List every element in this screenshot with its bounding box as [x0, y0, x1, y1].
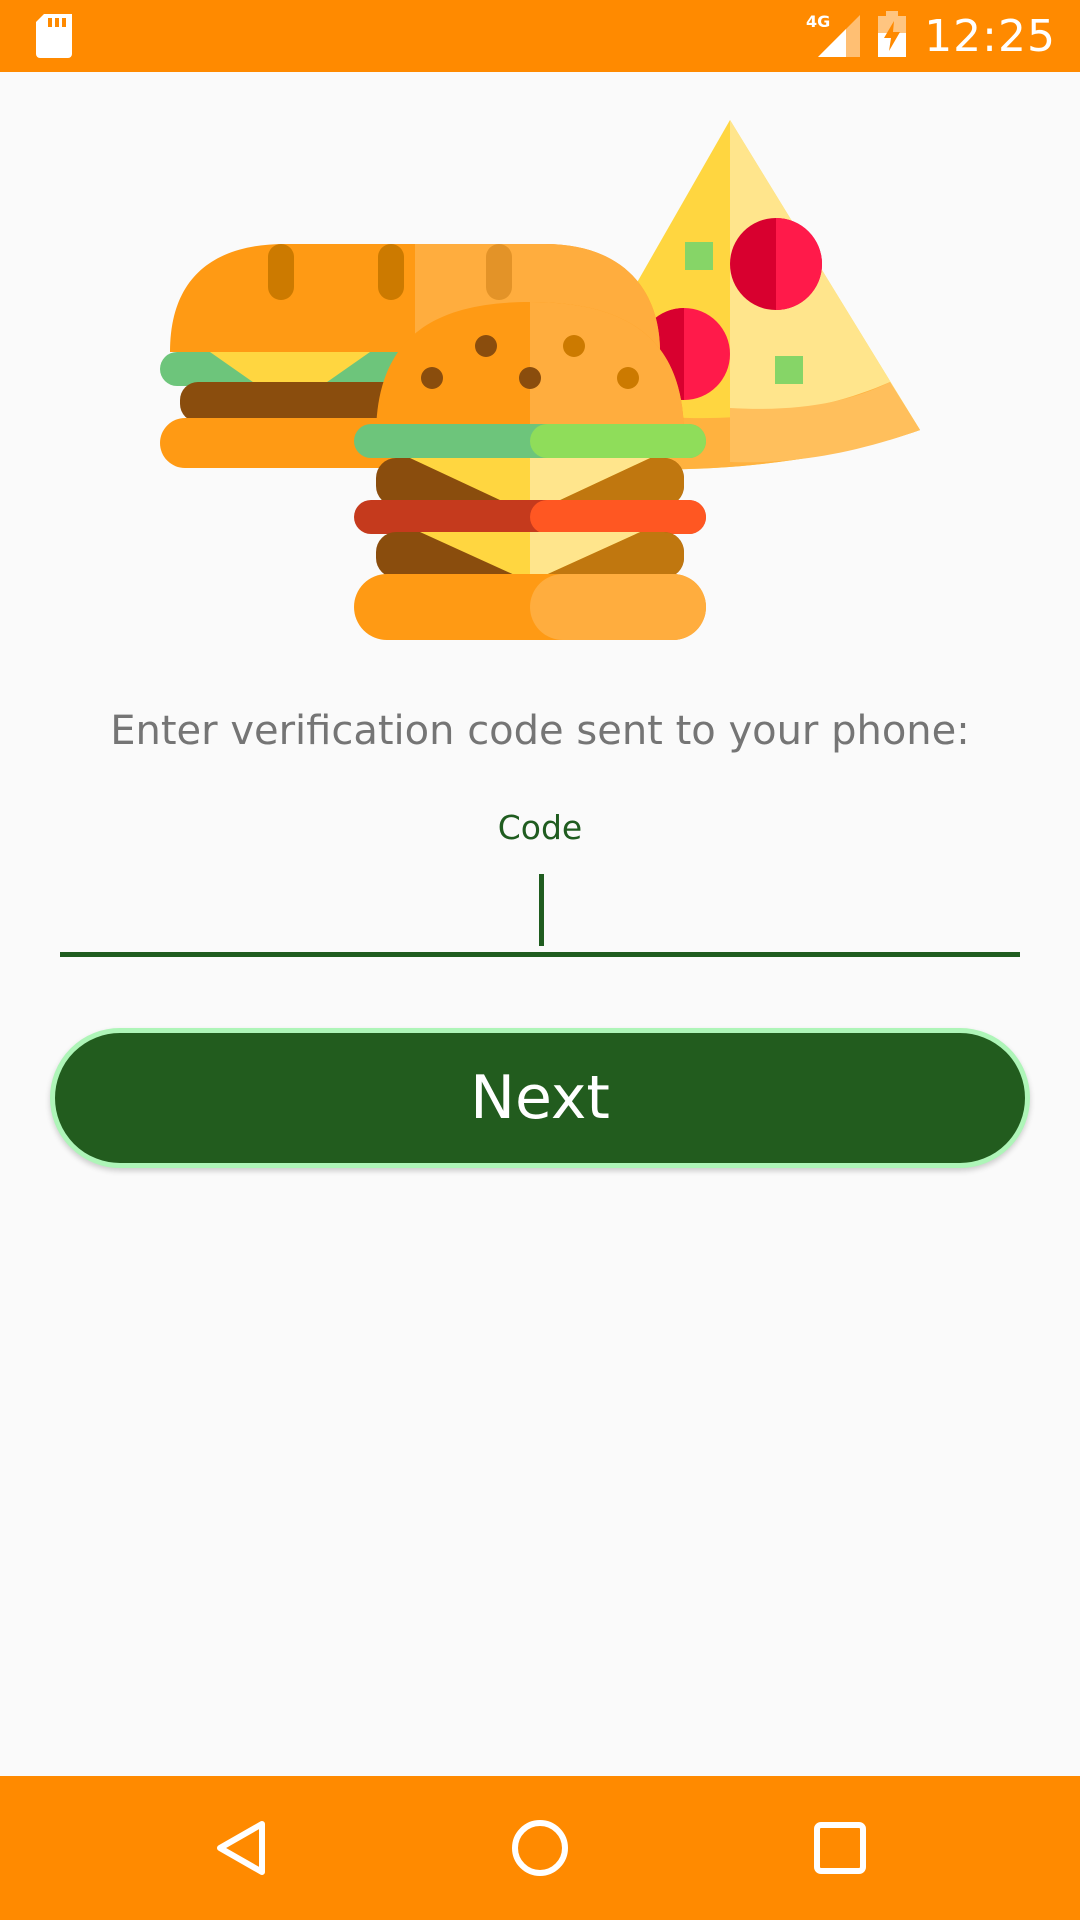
sd-card-icon	[36, 14, 72, 58]
front-burger	[354, 302, 706, 640]
code-field[interactable]: Code	[60, 808, 1024, 958]
code-field-underline	[60, 952, 1020, 957]
battery-charging-icon	[878, 10, 907, 62]
clock: 12:25	[924, 10, 1056, 62]
recents-icon[interactable]	[804, 1812, 876, 1884]
back-icon[interactable]	[204, 1812, 276, 1884]
code-field-label: Code	[497, 808, 583, 847]
verification-screen: 4G 12:25 Enter verification code sent to…	[0, 0, 1080, 1920]
verification-prompt: Enter verification code sent to your pho…	[110, 708, 970, 754]
status-bar: 4G 12:25	[0, 0, 1080, 72]
text-cursor	[539, 874, 544, 946]
next-button[interactable]: Next	[50, 1028, 1030, 1168]
home-icon[interactable]	[504, 1812, 576, 1884]
navigation-bar	[0, 1776, 1080, 1920]
network-type-label: 4G	[806, 12, 830, 31]
status-icons: 4G 12:25	[806, 0, 1056, 72]
signal-icon: 4G	[806, 11, 861, 62]
food-illustration	[150, 112, 930, 652]
